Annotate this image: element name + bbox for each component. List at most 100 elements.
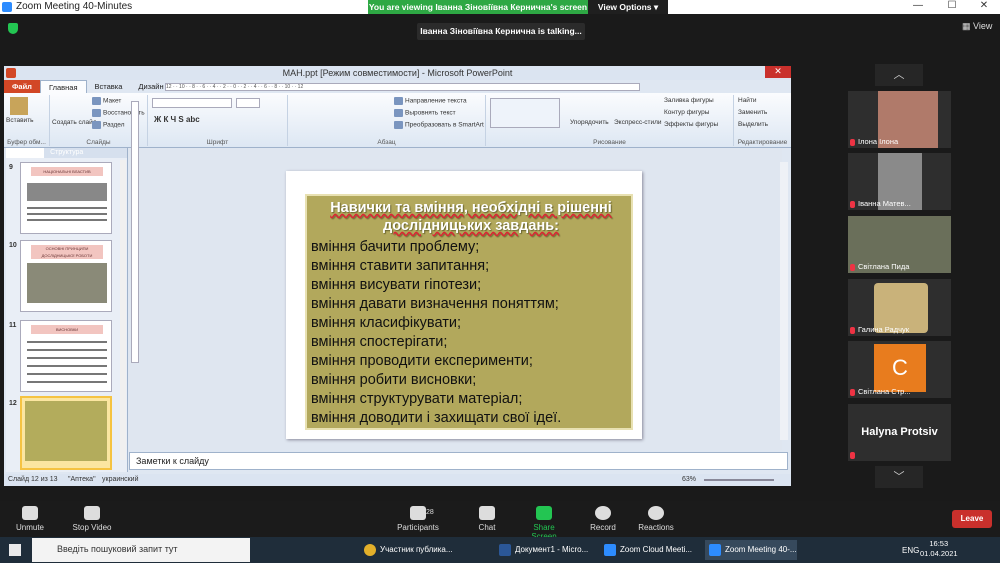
ppt-close-icon[interactable]: ✕ (765, 66, 791, 78)
taskbar-item-zoom-cloud[interactable]: Zoom Cloud Meeti... (600, 540, 692, 560)
paste-button[interactable]: Вставить (6, 117, 34, 124)
participant-name: Іванна Матев... (850, 199, 911, 208)
slide-thumbnail-10[interactable]: ОСНОВНІ ПРИНЦИПИ ДОСЛІДНИЦЬКОЇ РОБОТИ (20, 240, 112, 312)
ppt-status-bar: Слайд 12 из 13 "Аптека" украинский 63% (4, 474, 791, 486)
arrange-button[interactable]: Упорядочить (570, 119, 609, 126)
panel-tabs: Слайды Структура (6, 148, 127, 158)
skill-item: вміння класифікувати; (311, 315, 461, 331)
language-status: украинский (102, 476, 139, 483)
tab-home[interactable]: Главная (39, 80, 87, 93)
participants-count: 28 (426, 509, 434, 516)
taskbar-clock[interactable]: 16:53 01.04.2021 (920, 539, 958, 559)
view-button[interactable]: ▦ View (962, 21, 992, 32)
thumb-title: ОСНОВНІ ПРИНЦИПИ ДОСЛІДНИЦЬКОЇ РОБОТИ (31, 245, 103, 259)
taskbar-search-input[interactable]: Введіть пошуковий запит тут (32, 538, 250, 562)
tab-slides[interactable]: Слайды (6, 148, 45, 158)
stop-video-button[interactable]: Stop Video (70, 506, 114, 532)
taskbar-item-zoom-meeting[interactable]: Zoom Meeting 40-... (705, 540, 797, 560)
taskbar-item-chrome[interactable]: Участник публика... (360, 540, 453, 560)
tab-outline[interactable]: Структура (44, 148, 89, 158)
shapes-gallery[interactable] (490, 98, 560, 128)
share-screen-icon (536, 506, 552, 520)
editing-group: Найти Заменить Выделить Редактирование (734, 95, 791, 146)
skill-item: вміння робити висновки; (311, 372, 477, 388)
quick-styles-button[interactable]: Экспресс-стили (614, 119, 662, 126)
participant-tile[interactable]: Іванна Матев... (848, 153, 951, 210)
participant-tile[interactable]: Ілона Ілона (848, 91, 951, 148)
thumb-title: НАЦІОНАЛЬНІ ВЛАСТИВ (31, 167, 103, 176)
participant-tile[interactable]: Галина Радчук (848, 279, 951, 336)
slide-thumbnail-9[interactable]: НАЦІОНАЛЬНІ ВЛАСТИВ (20, 162, 112, 234)
text-direction-button[interactable]: Направление текста (394, 97, 467, 105)
close-icon[interactable]: ✕ (964, 0, 1000, 11)
participant-name: Світлана Стр... (850, 387, 911, 396)
language-indicator[interactable]: ENG (902, 546, 919, 555)
ribbon: Вставить Буфер обм... Создать слайд Маке… (4, 93, 791, 148)
slide-number: 10 (9, 242, 17, 249)
zoom-slider[interactable] (704, 479, 774, 481)
smartart-button[interactable]: Преобразовать в SmartArt (394, 121, 484, 129)
video-camera-icon (84, 506, 100, 520)
record-icon (595, 506, 611, 520)
participant-tile[interactable]: Світлана Пида (848, 216, 951, 273)
muted-mic-icon (850, 326, 855, 334)
slide-thumbnail-12[interactable] (20, 396, 112, 470)
slide-thumbnail-11[interactable]: ВИСНОВКИ (20, 320, 112, 392)
select-button[interactable]: Выделить (738, 121, 768, 128)
shape-effects-button[interactable]: Эффекты фигуры (664, 121, 718, 128)
share-screen-button[interactable]: Share Screen (520, 506, 568, 541)
font-name-select[interactable] (152, 98, 232, 108)
zoom-logo-icon (2, 2, 12, 12)
taskbar-item-word[interactable]: Документ1 - Micro... (495, 540, 588, 560)
shape-outline-button[interactable]: Контур фигуры (664, 109, 709, 116)
clipboard-label: Буфер обм... (7, 139, 46, 146)
record-button[interactable]: Record (588, 506, 618, 532)
muted-mic-icon (850, 138, 855, 146)
notes-field[interactable]: Заметки к слайду (129, 452, 788, 470)
slide-content-box[interactable]: Навички та вміння, необхідні в рішенні д… (305, 194, 633, 430)
section-button[interactable]: Раздел (92, 121, 124, 129)
paragraph-group: Направление текста Выровнять текст Преоб… (288, 95, 486, 146)
chat-icon (479, 506, 495, 520)
chat-button[interactable]: Chat (476, 506, 498, 532)
bold-icon[interactable]: Ж К Ч S abc (154, 115, 200, 124)
slide-title: Навички та вміння, необхідні в рішенні д… (307, 199, 631, 235)
leave-button[interactable]: Leave (952, 510, 992, 528)
zoom-level[interactable]: 63% (682, 476, 696, 483)
zoom-toolbar: Unmute Stop Video Participants 28 Chat S… (0, 501, 1000, 541)
participant-name: Ілона Ілона (850, 137, 898, 146)
skill-item: вміння структурувати матеріал; (311, 391, 523, 407)
talking-indicator: Іванна Зіновіївна Кернична is talking... (417, 23, 585, 40)
slide-scrollbar[interactable] (780, 162, 788, 440)
participant-name: Світлана Пида (850, 262, 909, 271)
drawing-group: Упорядочить Экспресс-стили Заливка фигур… (486, 95, 734, 146)
slide-number: 11 (9, 322, 17, 329)
font-label: Шрифт (206, 139, 229, 146)
font-size-select[interactable] (236, 98, 260, 108)
ppt-title: МАН.ppt [Режим совместимости] - Microsof… (282, 68, 513, 78)
layout-button[interactable]: Макет (92, 97, 121, 105)
participant-tile[interactable]: С Світлана Стр... (848, 341, 951, 398)
paste-icon[interactable] (10, 97, 28, 115)
find-button[interactable]: Найти (738, 97, 757, 104)
slide-counter: Слайд 12 из 13 (8, 476, 58, 483)
shield-icon[interactable] (8, 23, 18, 34)
chevron-down-icon[interactable]: ﹀ (875, 466, 923, 488)
align-text-button[interactable]: Выровнять текст (394, 109, 456, 117)
participant-name-large: Halyna Protsiv (861, 426, 938, 438)
windows-start-icon[interactable] (9, 544, 21, 556)
view-options-button[interactable]: View Options ▾ (588, 0, 668, 14)
chevron-up-icon[interactable]: ︿ (875, 64, 923, 86)
tab-file[interactable]: Файл (4, 80, 40, 93)
reactions-button[interactable]: Reactions (638, 506, 674, 532)
slide-number: 9 (9, 164, 13, 171)
tab-insert[interactable]: Вставка (87, 80, 131, 93)
smile-icon (648, 506, 664, 520)
shape-fill-button[interactable]: Заливка фигуры (664, 97, 714, 104)
unmute-button[interactable]: Unmute (14, 506, 46, 532)
panel-scrollbar[interactable] (120, 160, 126, 460)
participant-tile[interactable]: Halyna Protsiv (848, 404, 951, 461)
clipboard-group: Вставить Буфер обм... (4, 95, 50, 146)
replace-button[interactable]: Заменить (738, 109, 767, 116)
windows-taskbar: Введіть пошуковий запит тут Участник пуб… (0, 537, 1000, 563)
